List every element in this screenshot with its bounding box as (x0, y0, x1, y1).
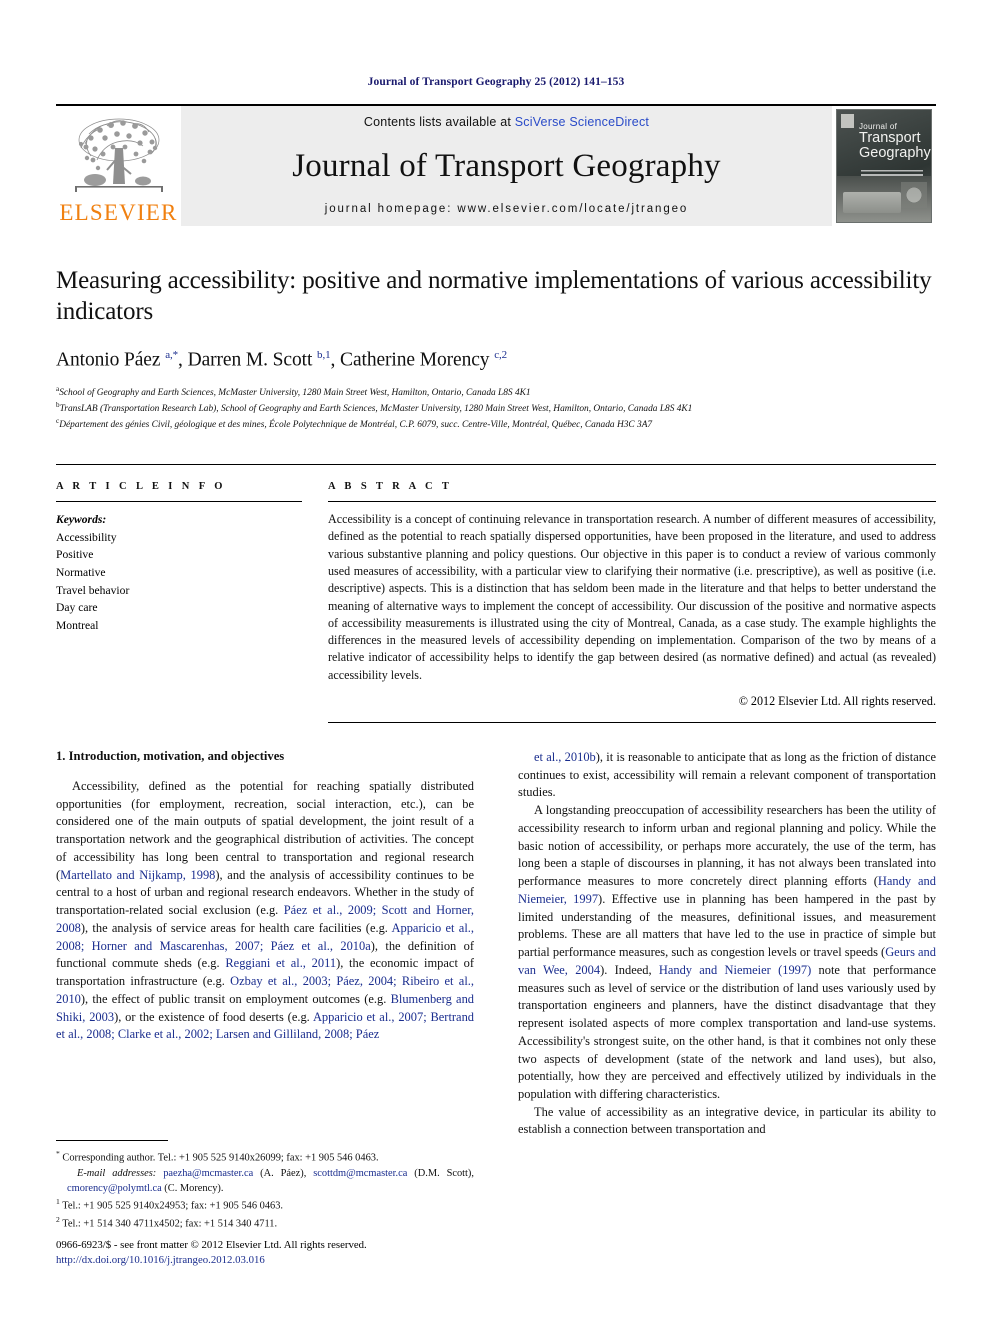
keyword: Normative (56, 566, 106, 580)
paragraph: Accessibility, defined as the potential … (56, 778, 474, 1044)
body-column-right: et al., 2010b), it is reasonable to anti… (518, 749, 936, 1139)
citation-link[interactable]: Martellato and Nijkamp, 1998 (60, 868, 215, 882)
divider (56, 501, 302, 503)
email-addresses-label: E-mail addresses: (77, 1167, 157, 1179)
footnote-emails: E-mail addresses: paezha@mcmaster.ca (A.… (56, 1166, 474, 1197)
footnote-block: * Corresponding author. Tel.: +1 905 525… (56, 1140, 474, 1232)
journal-homepage-link[interactable]: journal homepage: www.elsevier.com/locat… (325, 203, 688, 215)
contents-prefix: Contents lists available at (363, 115, 515, 129)
cover-elsevier-mark-icon (841, 114, 854, 128)
paragraph-text: ), or the existence of food deserts (e.g… (114, 1009, 313, 1024)
footnote-2: 2 Tel.: +1 514 340 4711x4502; fax: +1 51… (56, 1214, 474, 1232)
footnote-text: Tel.: +1 905 525 9140x24953; fax: +1 905… (62, 1200, 284, 1212)
cover-line-2: Transport (859, 130, 921, 146)
journal-title: Journal of Transport Geography (292, 147, 721, 184)
paragraph-text: note that performance measures such as l… (518, 962, 936, 1101)
abstract-heading: A B S T R A C T (328, 481, 453, 493)
paragraph-text: A longstanding preoccupation of accessib… (518, 803, 936, 889)
email-link-morency[interactable]: cmorency@polymtl.ca (67, 1183, 162, 1194)
affiliation-text: TransLAB (Transportation Research Lab), … (59, 403, 693, 414)
footnote-corresponding-author: * Corresponding author. Tel.: +1 905 525… (56, 1148, 474, 1166)
imprint-block: 0966-6923/$ - see front matter © 2012 El… (56, 1238, 616, 1269)
abstract-text: Accessibility is a concept of continuing… (328, 512, 936, 682)
keywords-label: Keywords: (56, 513, 107, 527)
article-info-column: A R T I C L E I N F O Keywords: Accessib… (56, 481, 302, 723)
footnote-text: Tel.: +1 514 340 4711x4502; fax: +1 514 … (62, 1218, 278, 1230)
affiliation-text: School of Geography and Earth Sciences, … (59, 387, 531, 398)
abstract-copyright: © 2012 Elsevier Ltd. All rights reserved… (738, 694, 936, 709)
citation-link[interactable]: Handy and Niemeier (1997) (659, 963, 811, 977)
email-owner-scott: (D.M. Scott), (414, 1167, 474, 1179)
cover-photo (837, 176, 931, 222)
citation-link[interactable]: Reggiani et al., 2011 (225, 956, 336, 970)
paragraph-text: ), the analysis of service areas for hea… (80, 920, 392, 935)
paragraph: A longstanding preoccupation of accessib… (518, 802, 936, 1103)
issn-copyright-line: 0966-6923/$ - see front matter © 2012 El… (56, 1239, 367, 1251)
running-head: Journal of Transport Geography 25 (2012)… (367, 76, 625, 88)
footnote-divider (56, 1140, 168, 1141)
footnote-marker: 1 (56, 1197, 60, 1207)
contents-lists-line: Contents lists available at SciVerse Sci… (364, 115, 649, 129)
info-abstract-block: A R T I C L E I N F O Keywords: Accessib… (56, 464, 936, 724)
keyword: Montreal (56, 618, 99, 632)
email-link-scott[interactable]: scottdm@mcmaster.ca (313, 1168, 407, 1179)
body-column-left: 1. Introduction, motivation, and objecti… (56, 749, 474, 1139)
footnote-marker: 2 (56, 1215, 60, 1225)
affiliation: cDépartement des génies Civil, géologiqu… (56, 416, 936, 432)
elsevier-wordmark: ELSEVIER (59, 200, 178, 225)
elsevier-tree-icon (74, 118, 163, 192)
paragraph-text: Accessibility, defined as the potential … (56, 779, 474, 882)
paragraph-text: The value of accessibility as an integra… (518, 1104, 936, 1137)
footnote-1: 1 Tel.: +1 905 525 9140x24953; fax: +1 9… (56, 1196, 474, 1214)
keyword: Travel behavior (56, 583, 130, 597)
masthead-center: Contents lists available at SciVerse Sci… (181, 106, 832, 226)
keyword: Positive (56, 548, 94, 562)
paragraph-text: ). Indeed, (600, 962, 659, 977)
affiliation: aSchool of Geography and Earth Sciences,… (56, 384, 936, 400)
divider (328, 501, 936, 503)
footnote-marker: * (56, 1149, 60, 1158)
author-list: Antonio Páez a,*, Darren M. Scott b,1, C… (56, 349, 508, 371)
abstract-column: A B S T R A C T Accessibility is a conce… (328, 481, 936, 724)
paper-page: Journal of Transport Geography 25 (2012)… (0, 0, 992, 1323)
cover-image: Journal of Transport Geography (836, 109, 932, 223)
affiliation-text: Département des génies Civil, géologique… (59, 420, 653, 431)
body-columns: 1. Introduction, motivation, and objecti… (56, 749, 936, 1139)
doi-link[interactable]: http://dx.doi.org/10.1016/j.jtrangeo.201… (56, 1253, 616, 1268)
paragraph-text: ), the effect of public transit on emplo… (80, 991, 391, 1006)
cover-line-3: Geography (859, 144, 931, 161)
affiliation: bTransLAB (Transportation Research Lab),… (56, 400, 936, 416)
citation-link[interactable]: et al., 2010b (534, 750, 596, 764)
cover-title: Journal of Transport Geography (859, 122, 931, 161)
journal-masthead: ELSEVIER Contents lists available at Sci… (56, 104, 936, 226)
footnote-text: Corresponding author. Tel.: +1 905 525 9… (62, 1152, 379, 1164)
keyword: Accessibility (56, 530, 117, 544)
paragraph: et al., 2010b), it is reasonable to anti… (518, 749, 936, 802)
paragraph: The value of accessibility as an integra… (518, 1104, 936, 1139)
title-block: Measuring accessibility: positive and no… (56, 266, 936, 432)
email-owner-paez: (A. Páez), (260, 1167, 307, 1179)
section-heading-introduction: 1. Introduction, motivation, and objecti… (56, 749, 285, 764)
article-info-heading: A R T I C L E I N F O (56, 481, 226, 493)
keywords-list: Accessibility Positive Normative Travel beh… (56, 529, 302, 635)
publisher-logo: ELSEVIER (56, 106, 181, 226)
email-owner-morency: (C. Morency). (164, 1183, 224, 1195)
journal-cover-thumbnail: Journal of Transport Geography (832, 106, 936, 226)
page-title: Measuring accessibility: positive and no… (56, 267, 932, 325)
keyword: Day care (56, 601, 98, 615)
divider (328, 722, 936, 724)
email-link-paez[interactable]: paezha@mcmaster.ca (163, 1168, 253, 1179)
affiliation-list: aSchool of Geography and Earth Sciences,… (56, 384, 936, 433)
sciencedirect-link[interactable]: SciVerse ScienceDirect (515, 115, 649, 129)
